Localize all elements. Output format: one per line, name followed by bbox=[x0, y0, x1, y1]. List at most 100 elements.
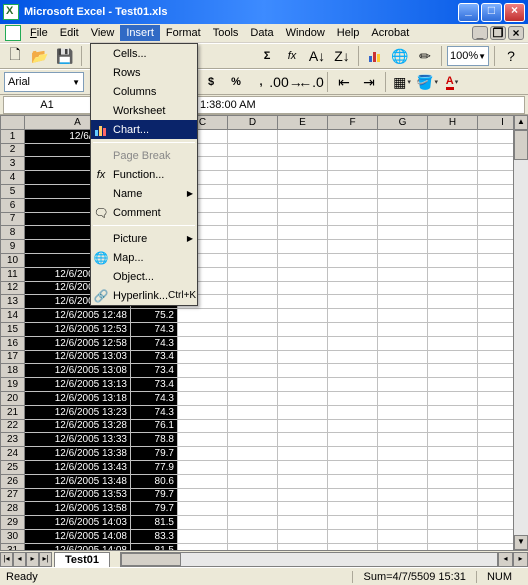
row-header-2[interactable]: 2 bbox=[1, 143, 25, 157]
menu-worksheet[interactable]: Worksheet bbox=[91, 101, 197, 120]
minimize-button[interactable]: _ bbox=[458, 3, 479, 22]
cell-D17[interactable] bbox=[228, 350, 278, 364]
cell-H30[interactable] bbox=[428, 529, 478, 543]
cell-D5[interactable] bbox=[228, 184, 278, 198]
cell-A24[interactable]: 12/6/2005 13:38 bbox=[25, 447, 131, 461]
row-header-23[interactable]: 23 bbox=[1, 433, 25, 447]
map-button[interactable]: 🌐 bbox=[389, 45, 411, 67]
tab-prev-button[interactable]: ◂ bbox=[13, 552, 26, 567]
cell-C16[interactable] bbox=[178, 336, 228, 350]
increase-decimal-button[interactable]: .00→ bbox=[275, 71, 297, 93]
cell-H6[interactable] bbox=[428, 198, 478, 212]
cell-C31[interactable] bbox=[178, 543, 228, 550]
cell-F11[interactable] bbox=[328, 267, 378, 281]
cell-G7[interactable] bbox=[378, 212, 428, 226]
row-header-9[interactable]: 9 bbox=[1, 240, 25, 254]
cell-D26[interactable] bbox=[228, 474, 278, 488]
cell-C30[interactable] bbox=[178, 529, 228, 543]
horizontal-scrollbar[interactable] bbox=[120, 552, 498, 567]
cell-F5[interactable] bbox=[328, 184, 378, 198]
scroll-up-button[interactable]: ▲ bbox=[514, 115, 528, 130]
cell-E27[interactable] bbox=[278, 488, 328, 502]
cell-C23[interactable] bbox=[178, 433, 228, 447]
cell-D30[interactable] bbox=[228, 529, 278, 543]
cell-D9[interactable] bbox=[228, 240, 278, 254]
cell-A14[interactable]: 12/6/2005 12:48 bbox=[25, 309, 131, 323]
row-header-29[interactable]: 29 bbox=[1, 516, 25, 530]
horizontal-scroll-thumb[interactable] bbox=[121, 553, 181, 566]
cell-G1[interactable] bbox=[378, 129, 428, 143]
cell-A28[interactable]: 12/6/2005 13:58 bbox=[25, 502, 131, 516]
cell-G21[interactable] bbox=[378, 405, 428, 419]
cell-A22[interactable]: 12/6/2005 13:28 bbox=[25, 419, 131, 433]
cell-C27[interactable] bbox=[178, 488, 228, 502]
cell-F6[interactable] bbox=[328, 198, 378, 212]
cell-H15[interactable] bbox=[428, 322, 478, 336]
menu-file[interactable]: File bbox=[24, 25, 54, 41]
cell-C15[interactable] bbox=[178, 322, 228, 336]
cell-E7[interactable] bbox=[278, 212, 328, 226]
cell-E13[interactable] bbox=[278, 295, 328, 309]
cell-H20[interactable] bbox=[428, 391, 478, 405]
cell-G15[interactable] bbox=[378, 322, 428, 336]
cell-H22[interactable] bbox=[428, 419, 478, 433]
cell-H18[interactable] bbox=[428, 364, 478, 378]
cell-G4[interactable] bbox=[378, 171, 428, 185]
cell-F19[interactable] bbox=[328, 378, 378, 392]
cell-B18[interactable]: 73.4 bbox=[131, 364, 178, 378]
cell-A31[interactable]: 12/6/2005 14:08 bbox=[25, 543, 131, 550]
cell-G12[interactable] bbox=[378, 281, 428, 295]
cell-B27[interactable]: 79.7 bbox=[131, 488, 178, 502]
cell-E8[interactable] bbox=[278, 226, 328, 240]
cell-E30[interactable] bbox=[278, 529, 328, 543]
row-header-28[interactable]: 28 bbox=[1, 502, 25, 516]
cell-A26[interactable]: 12/6/2005 13:48 bbox=[25, 474, 131, 488]
cell-B22[interactable]: 76.1 bbox=[131, 419, 178, 433]
row-header-25[interactable]: 25 bbox=[1, 460, 25, 474]
col-header-F[interactable]: F bbox=[328, 116, 378, 130]
cell-D23[interactable] bbox=[228, 433, 278, 447]
row-header-20[interactable]: 20 bbox=[1, 391, 25, 405]
cell-A21[interactable]: 12/6/2005 13:23 bbox=[25, 405, 131, 419]
cell-A18[interactable]: 12/6/2005 13:08 bbox=[25, 364, 131, 378]
vertical-scroll-thumb[interactable] bbox=[514, 130, 528, 160]
row-header-12[interactable]: 12 bbox=[1, 281, 25, 295]
cell-E25[interactable] bbox=[278, 460, 328, 474]
cell-F14[interactable] bbox=[328, 309, 378, 323]
cell-G30[interactable] bbox=[378, 529, 428, 543]
cell-F27[interactable] bbox=[328, 488, 378, 502]
font-name-combo[interactable]: Arial▼ bbox=[4, 72, 84, 92]
cell-G24[interactable] bbox=[378, 447, 428, 461]
row-header-27[interactable]: 27 bbox=[1, 488, 25, 502]
sort-asc-button[interactable]: A↓ bbox=[306, 45, 328, 67]
menu-cells[interactable]: Cells... bbox=[91, 44, 197, 63]
cell-D28[interactable] bbox=[228, 502, 278, 516]
drawing-button[interactable]: ✏ bbox=[414, 45, 436, 67]
cell-D16[interactable] bbox=[228, 336, 278, 350]
cell-C22[interactable] bbox=[178, 419, 228, 433]
cell-A23[interactable]: 12/6/2005 13:33 bbox=[25, 433, 131, 447]
doc-minimize-button[interactable]: _ bbox=[472, 26, 488, 40]
cell-C21[interactable] bbox=[178, 405, 228, 419]
spreadsheet-grid[interactable]: ABCDEFGHI112/6/2005 11212/6/20312/6/2041… bbox=[0, 115, 528, 550]
cell-A19[interactable]: 12/6/2005 13:13 bbox=[25, 378, 131, 392]
cell-B23[interactable]: 78.8 bbox=[131, 433, 178, 447]
font-color-button[interactable]: A▾ bbox=[441, 71, 463, 93]
menu-hyperlink[interactable]: 🔗Hyperlink...Ctrl+K bbox=[91, 286, 197, 305]
formula-edit[interactable]: 1:38:00 AM bbox=[196, 96, 525, 114]
cell-G5[interactable] bbox=[378, 184, 428, 198]
cell-G23[interactable] bbox=[378, 433, 428, 447]
cell-B14[interactable]: 75.2 bbox=[131, 309, 178, 323]
percent-button[interactable]: % bbox=[225, 71, 247, 93]
row-header-10[interactable]: 10 bbox=[1, 253, 25, 267]
row-header-8[interactable]: 8 bbox=[1, 226, 25, 240]
menu-name[interactable]: Name▶ bbox=[91, 184, 197, 203]
menu-columns[interactable]: Columns bbox=[91, 82, 197, 101]
col-header-G[interactable]: G bbox=[378, 116, 428, 130]
cell-E3[interactable] bbox=[278, 157, 328, 171]
menu-object[interactable]: Object... bbox=[91, 267, 197, 286]
cell-E10[interactable] bbox=[278, 253, 328, 267]
cell-G8[interactable] bbox=[378, 226, 428, 240]
cell-D25[interactable] bbox=[228, 460, 278, 474]
cell-D27[interactable] bbox=[228, 488, 278, 502]
